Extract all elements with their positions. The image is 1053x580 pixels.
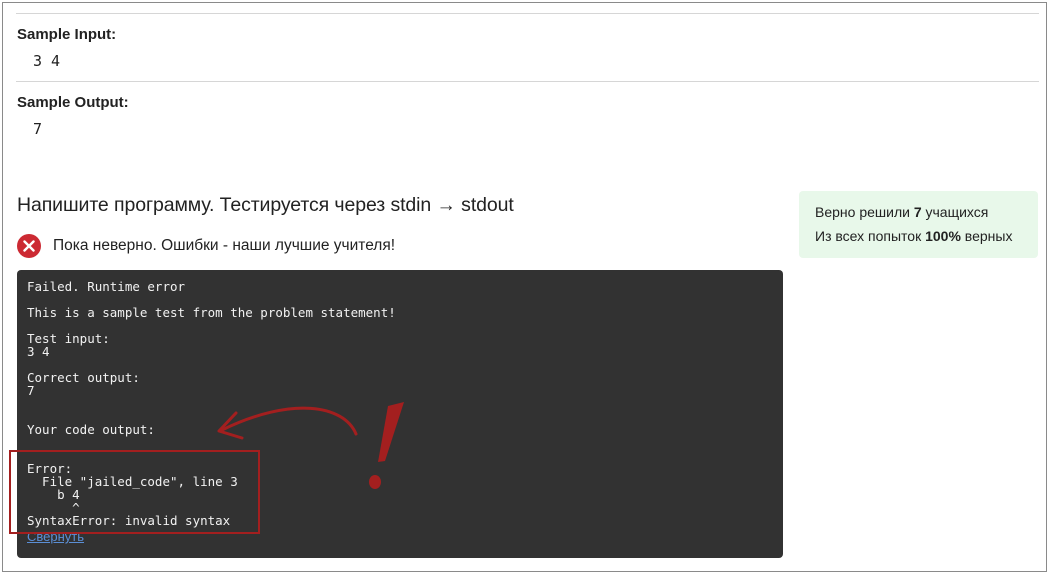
stats-solved-suffix: учащихся [921,204,989,220]
divider-middle [16,81,1039,82]
stats-solved-prefix: Верно решили [815,204,914,220]
console-line: This is a sample test from the problem s… [27,305,396,320]
stats-solved-row: Верно решили 7 учащихся [815,204,988,220]
test-output-console: Failed. Runtime error This is a sample t… [17,270,783,558]
task-title: Напишите программу. Тестируется через st… [17,194,514,216]
submission-status: Пока неверно. Ошибки - наши лучшие учите… [17,234,395,258]
divider-top [16,13,1039,14]
console-line: 3 4 [27,344,50,359]
status-text: Пока неверно. Ошибки - наши лучшие учите… [53,237,396,254]
sample-input-label: Sample Input: [17,26,117,43]
console-line: SyntaxError: invalid syntax [27,513,231,528]
stats-attempts-suffix: верных [960,228,1013,244]
console-line: Failed. Runtime error [27,279,186,294]
sample-output-label: Sample Output: [17,94,129,111]
stats-solved-count: 7 [913,204,922,220]
console-line: Your code output: [27,422,155,437]
stats-attempts-row: Из всех попыток 100% верных [815,228,1012,244]
solve-stats-panel: Верно решили 7 учащихся Из всех попыток … [799,191,1038,258]
console-line: 7 [27,383,35,398]
console-line: Correct output: [27,370,140,385]
sample-output-value: 7 [33,120,43,138]
sample-input-value: 3 4 [33,52,61,70]
stats-attempts-prefix: Из всех попыток [815,228,926,244]
collapse-link[interactable]: Свернуть [27,530,84,543]
stats-attempts-percent: 100% [925,228,961,244]
error-x-icon [17,234,41,258]
